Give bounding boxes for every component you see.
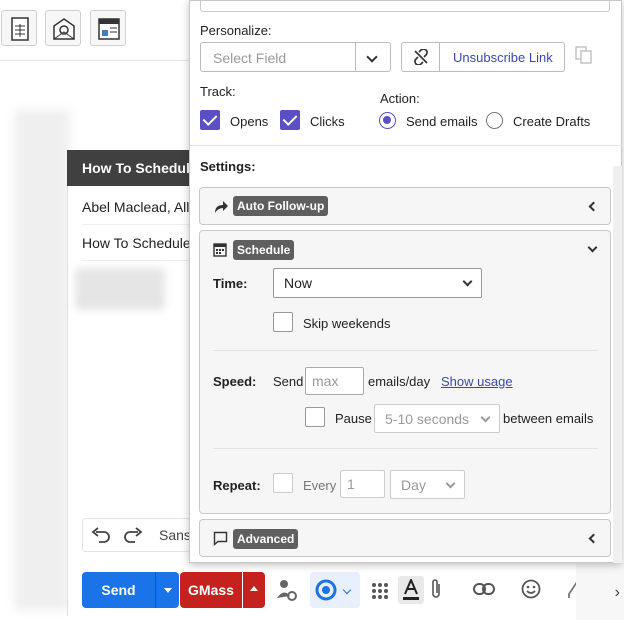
compose-separator bbox=[82, 224, 190, 225]
settings-label: Settings: bbox=[200, 159, 256, 174]
personalize-icon[interactable] bbox=[276, 578, 298, 602]
comment-icon bbox=[213, 531, 228, 546]
copy-icon[interactable] bbox=[575, 46, 593, 64]
undo-icon[interactable] bbox=[91, 527, 111, 543]
skip-weekends-checkbox[interactable] bbox=[273, 312, 293, 332]
repeat-checkbox[interactable] bbox=[273, 473, 293, 493]
chevron-down-icon[interactable] bbox=[355, 43, 390, 71]
formatting-bar: Sans bbox=[82, 518, 191, 552]
repeat-unit-value: Day bbox=[401, 477, 426, 493]
clicks-checkbox[interactable] bbox=[280, 110, 300, 130]
pause-duration-select[interactable]: 5-10 seconds bbox=[374, 404, 500, 433]
create-drafts-label: Create Drafts bbox=[513, 114, 591, 129]
max-placeholder: max bbox=[312, 373, 339, 389]
chevron-down-icon bbox=[342, 585, 352, 595]
apps-grid-icon[interactable] bbox=[371, 582, 389, 600]
time-select[interactable]: Now bbox=[273, 268, 482, 298]
scrollbar[interactable] bbox=[613, 166, 622, 563]
skip-weekends-label: Skip weekends bbox=[303, 316, 391, 331]
compose-to[interactable]: Abel Maclead, All bbox=[82, 199, 190, 215]
schedule-send-button[interactable] bbox=[310, 572, 360, 608]
chevron-left-icon[interactable] bbox=[588, 201, 599, 212]
toolbar-divider bbox=[0, 60, 190, 61]
font-selector[interactable]: Sans bbox=[159, 527, 191, 543]
auto-followup-section[interactable]: Auto Follow-up bbox=[199, 187, 611, 225]
pause-checkbox[interactable] bbox=[305, 407, 325, 427]
blurred-signature bbox=[75, 268, 165, 310]
text-format-button[interactable] bbox=[398, 576, 424, 604]
advanced-section[interactable]: Advanced bbox=[199, 519, 611, 557]
send-options-button[interactable] bbox=[155, 572, 179, 608]
gmail-toolbar bbox=[0, 0, 190, 60]
advanced-label: Advanced bbox=[233, 529, 299, 549]
calendar-icon bbox=[213, 243, 227, 257]
template-icon[interactable] bbox=[90, 10, 126, 46]
send-emails-label: Send emails bbox=[406, 114, 478, 129]
show-usage-link[interactable]: Show usage bbox=[441, 374, 513, 389]
send-word: Send bbox=[273, 374, 304, 389]
repeat-label: Repeat: bbox=[213, 478, 261, 493]
compose-separator bbox=[82, 260, 190, 261]
compose-bottom-bar: Send GMass bbox=[82, 572, 624, 610]
text-color-icon bbox=[403, 579, 419, 600]
link-icon[interactable] bbox=[473, 582, 495, 596]
time-label: Time: bbox=[213, 276, 248, 291]
emails-day-label: emails/day bbox=[368, 374, 431, 389]
schedule-label: Schedule bbox=[233, 240, 295, 260]
gmass-settings-panel: Personalize: Select Field Unsubscribe Li… bbox=[189, 0, 623, 563]
panel-top-field bbox=[200, 1, 610, 12]
select-field-dropdown[interactable]: Select Field bbox=[200, 42, 391, 72]
unsubscribe-link-button[interactable]: Unsubscribe Link bbox=[401, 42, 565, 72]
gmass-button[interactable]: GMass bbox=[180, 572, 242, 608]
divider bbox=[213, 448, 598, 449]
every-count-value: 1 bbox=[347, 476, 355, 492]
select-field-placeholder: Select Field bbox=[213, 50, 287, 66]
time-value: Now bbox=[284, 275, 313, 291]
gmass-settings-toggle[interactable] bbox=[243, 572, 265, 608]
compose-header: How To Schedule bbox=[67, 150, 191, 186]
chevron-right-icon[interactable]: › bbox=[615, 584, 620, 602]
clicks-label: Clicks bbox=[310, 114, 345, 129]
create-drafts-radio[interactable] bbox=[486, 112, 503, 129]
pause-value: 5-10 seconds bbox=[385, 411, 470, 427]
action-label: Action: bbox=[380, 91, 420, 106]
chevron-down-icon[interactable] bbox=[587, 242, 598, 253]
repeat-unit-select[interactable]: Day bbox=[390, 470, 465, 499]
blurred-list bbox=[15, 110, 70, 610]
divider bbox=[213, 350, 598, 351]
every-count-input[interactable]: 1 bbox=[340, 470, 385, 498]
schedule-section: Schedule Time: Now Skip weekends Speed: … bbox=[199, 230, 611, 514]
track-label: Track: bbox=[200, 84, 236, 99]
redo-icon[interactable] bbox=[123, 527, 143, 543]
compose-subject[interactable]: How To Schedule bbox=[82, 235, 190, 251]
send-emails-radio[interactable] bbox=[379, 112, 396, 129]
chevron-left-icon[interactable] bbox=[588, 533, 599, 544]
send-button[interactable]: Send bbox=[82, 572, 155, 608]
divider bbox=[190, 145, 623, 146]
unlink-icon bbox=[402, 43, 440, 71]
auto-followup-label: Auto Follow-up bbox=[233, 196, 329, 216]
emoji-icon[interactable] bbox=[521, 579, 541, 599]
gmass-logo-icon bbox=[315, 579, 337, 601]
attach-icon[interactable] bbox=[430, 578, 442, 600]
personalize-label: Personalize: bbox=[200, 23, 272, 38]
sheet-icon[interactable] bbox=[1, 10, 37, 46]
pause-label: Pause bbox=[335, 411, 372, 426]
forward-arrow-icon bbox=[215, 201, 228, 213]
speed-label: Speed: bbox=[213, 374, 257, 389]
opens-label: Opens bbox=[230, 114, 269, 129]
email-at-icon[interactable] bbox=[45, 10, 81, 46]
opens-checkbox[interactable] bbox=[200, 110, 220, 130]
every-label: Every bbox=[303, 478, 337, 493]
max-emails-input[interactable]: max bbox=[305, 367, 364, 395]
unsubscribe-link-label: Unsubscribe Link bbox=[453, 50, 553, 65]
between-emails-label: between emails bbox=[503, 411, 594, 426]
